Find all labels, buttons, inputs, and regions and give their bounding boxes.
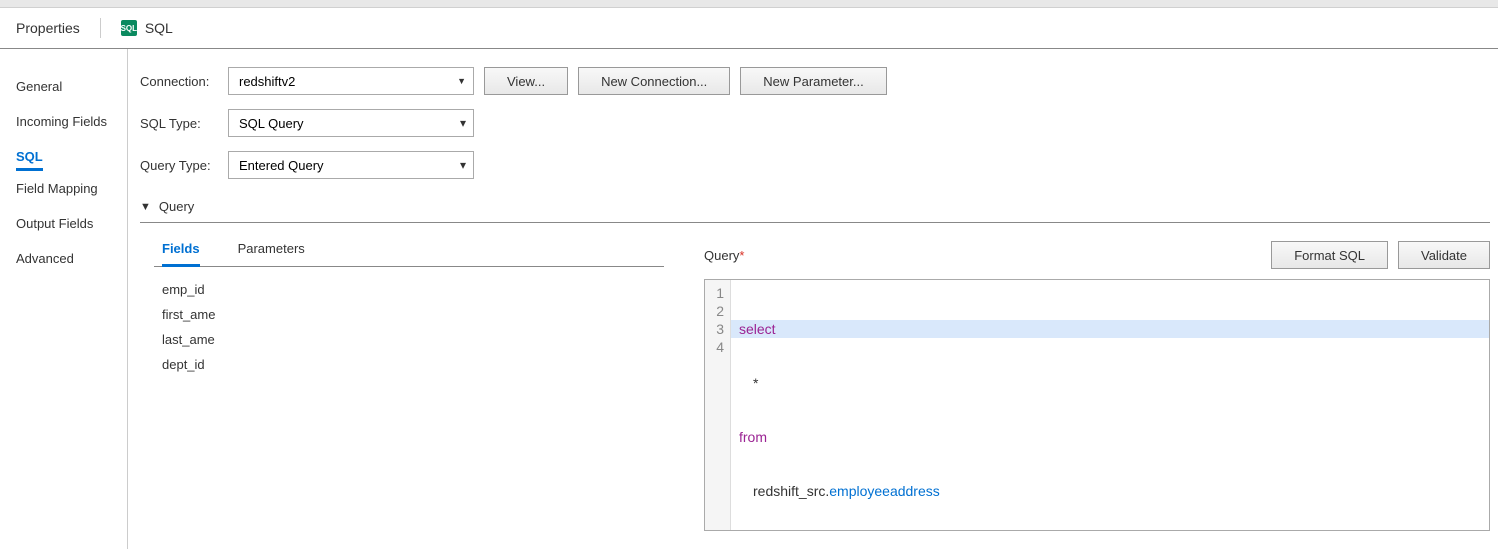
editor-label: Query xyxy=(704,248,739,263)
field-item[interactable]: first_ame xyxy=(162,302,664,327)
query-section-title: Query xyxy=(159,199,194,214)
tab-fields[interactable]: Fields xyxy=(162,241,200,267)
content-area: Connection: redshiftv2 View... New Conne… xyxy=(128,49,1498,549)
format-sql-button[interactable]: Format SQL xyxy=(1271,241,1388,269)
fields-list: emp_id first_ame last_ame dept_id xyxy=(154,267,664,377)
sql-code-editor[interactable]: 1 2 3 4 select * from redshift_src.emplo… xyxy=(704,279,1490,531)
field-item[interactable]: dept_id xyxy=(162,352,664,377)
line-number-gutter: 1 2 3 4 xyxy=(705,280,731,530)
field-item[interactable]: last_ame xyxy=(162,327,664,352)
new-connection-button[interactable]: New Connection... xyxy=(578,67,730,95)
connection-label: Connection: xyxy=(140,74,218,89)
window-top-bar xyxy=(0,0,1498,8)
query-section-toggle[interactable]: ▼ Query xyxy=(140,199,1490,223)
sidebar-item-advanced[interactable]: Advanced xyxy=(16,241,127,276)
sql-type-label: SQL Type: xyxy=(140,116,218,131)
query-type-label: Query Type: xyxy=(140,158,218,173)
new-parameter-button[interactable]: New Parameter... xyxy=(740,67,886,95)
query-type-select[interactable]: Entered Query xyxy=(228,151,474,179)
field-item[interactable]: emp_id xyxy=(162,277,664,302)
header-sql-label: SQL xyxy=(145,20,173,36)
sidebar-item-field-mapping[interactable]: Field Mapping xyxy=(16,171,127,206)
view-button[interactable]: View... xyxy=(484,67,568,95)
sidebar-item-output-fields[interactable]: Output Fields xyxy=(16,206,127,241)
connection-select[interactable]: redshiftv2 xyxy=(228,67,474,95)
sidebar-item-incoming-fields[interactable]: Incoming Fields xyxy=(16,104,127,139)
header-title: Properties xyxy=(16,20,80,36)
tab-parameters[interactable]: Parameters xyxy=(238,241,305,266)
sidebar: General Incoming Fields SQL Field Mappin… xyxy=(0,49,128,549)
sidebar-item-general[interactable]: General xyxy=(16,69,127,104)
sql-type-select[interactable]: SQL Query xyxy=(228,109,474,137)
sidebar-item-sql[interactable]: SQL xyxy=(16,139,43,171)
code-area[interactable]: select * from redshift_src.employeeaddre… xyxy=(731,280,1489,530)
validate-button[interactable]: Validate xyxy=(1398,241,1490,269)
chevron-down-icon: ▼ xyxy=(140,201,151,213)
properties-header: Properties SQL SQL xyxy=(0,8,1498,49)
editor-panel: Query* Format SQL Validate 1 2 3 4 xyxy=(704,241,1490,531)
sql-icon: SQL xyxy=(121,20,137,36)
required-asterisk: * xyxy=(739,248,744,263)
header-divider xyxy=(100,18,101,38)
fields-panel: Fields Parameters emp_id first_ame last_… xyxy=(154,241,664,531)
